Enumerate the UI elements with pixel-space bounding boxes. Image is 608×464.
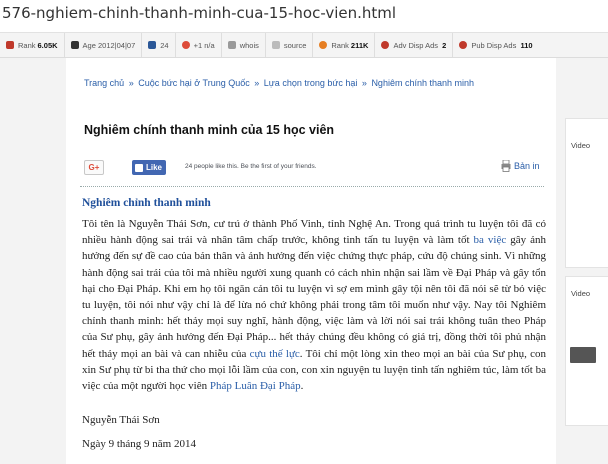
facebook-like-label: Like bbox=[146, 163, 163, 172]
paragraph-part: . bbox=[300, 380, 304, 393]
signature: Nguyễn Thái Sơn bbox=[82, 414, 160, 426]
seo-rank2-value: 211K bbox=[350, 40, 369, 50]
sidebar-video-label: Video bbox=[571, 141, 591, 150]
breadcrumb-separator: » bbox=[254, 78, 260, 88]
breadcrumb-current[interactable]: Nghiêm chính thanh minh bbox=[371, 78, 474, 88]
breadcrumb-persecution[interactable]: Cuộc bức hại ở Trung Quốc bbox=[138, 78, 249, 88]
seo-plus[interactable]: +1 n/a bbox=[176, 33, 222, 57]
print-button[interactable]: Bản in bbox=[501, 160, 540, 172]
divider bbox=[80, 186, 544, 187]
seo-rank-label: Rank bbox=[18, 40, 36, 50]
seo-age-value: 2012|04|07 bbox=[97, 40, 136, 50]
gplus-icon bbox=[181, 41, 190, 49]
seo-plus-value: +1 bbox=[193, 40, 203, 50]
seo-age-label: Age bbox=[82, 40, 96, 50]
share-row: G+ Like 24 people like this. Be the firs… bbox=[84, 160, 544, 178]
seo-whois[interactable]: whois bbox=[222, 33, 266, 57]
breadcrumb-separator: » bbox=[128, 78, 134, 88]
print-label: Bản in bbox=[514, 161, 540, 171]
pub-icon bbox=[459, 41, 468, 49]
seo-plus-na: n/a bbox=[204, 40, 215, 50]
breadcrumb-choice[interactable]: Lựa chọn trong bức hại bbox=[264, 78, 358, 88]
rank2-icon bbox=[319, 41, 328, 49]
video-thumbnail[interactable] bbox=[570, 347, 596, 363]
gplus-button[interactable]: G+ bbox=[84, 160, 104, 175]
facebook-like-button[interactable]: Like bbox=[132, 160, 167, 175]
link-cuu-the-luc[interactable]: cựu thế lực bbox=[250, 348, 300, 360]
printer-icon bbox=[501, 160, 511, 172]
seo-adv-label: Adv Disp Ads bbox=[393, 40, 439, 50]
seo-rank2-label: Rank bbox=[331, 40, 349, 50]
seo-whois-label: whois bbox=[239, 40, 259, 50]
sidebar-video-card[interactable]: Video bbox=[565, 276, 608, 426]
seo-rank2[interactable]: Rank 211K bbox=[313, 33, 376, 57]
link-ba-viec[interactable]: ba việc bbox=[474, 234, 507, 246]
breadcrumb: Trang chủ » Cuộc bức hại ở Trung Quốc » … bbox=[84, 78, 474, 88]
seo-pub-value: 110 bbox=[520, 40, 533, 50]
seo-age[interactable]: Age 2012|04|07 bbox=[65, 33, 143, 57]
facebook-like-count: 24 people like this. Be the first of you… bbox=[185, 163, 317, 170]
pages-icon bbox=[148, 41, 157, 49]
breadcrumb-separator: » bbox=[361, 78, 367, 88]
date: Ngày 9 tháng 9 năm 2014 bbox=[82, 438, 196, 450]
adv-icon bbox=[381, 41, 390, 49]
code-icon bbox=[271, 41, 280, 49]
whois-icon bbox=[227, 41, 236, 49]
thumbs-up-icon bbox=[135, 163, 143, 172]
seo-adv[interactable]: Adv Disp Ads 2 bbox=[375, 33, 454, 57]
link-phap-luan-dai-phap[interactable]: Pháp Luân Đại Pháp bbox=[210, 380, 301, 392]
seo-pages-value: 24 bbox=[160, 40, 169, 50]
sidebar: Video Video bbox=[557, 58, 608, 464]
seo-source-label: source bbox=[283, 40, 307, 50]
seo-adv-value: 2 bbox=[442, 40, 447, 50]
seo-pub[interactable]: Pub Disp Ads 110 bbox=[453, 33, 538, 57]
seo-rank[interactable]: Rank 6.05K bbox=[0, 33, 65, 57]
sidebar-video-label: Video bbox=[571, 289, 591, 298]
seo-pages[interactable]: 24 bbox=[142, 33, 176, 57]
article-body: Tôi tên là Nguyễn Thái Sơn, cư trú ở thà… bbox=[82, 216, 546, 394]
rank-icon bbox=[6, 41, 14, 49]
calendar-icon bbox=[70, 41, 79, 49]
breadcrumb-home[interactable]: Trang chủ bbox=[84, 78, 124, 88]
main-column: Trang chủ » Cuộc bức hại ở Trung Quốc » … bbox=[66, 58, 556, 464]
seo-source[interactable]: source bbox=[266, 33, 314, 57]
seo-pub-label: Pub Disp Ads bbox=[471, 40, 517, 50]
address-bar-url[interactable]: 576-nghiem-chinh-thanh-minh-cua-15-hoc-v… bbox=[0, 0, 608, 30]
seo-toolbar: Rank 6.05K Age 2012|04|07 24 +1 n/a whoi… bbox=[0, 32, 608, 58]
article-heading: Nghiêm chỉnh thanh minh bbox=[82, 197, 211, 209]
sidebar-video-card[interactable]: Video bbox=[565, 118, 608, 268]
page-title: Nghiêm chính thanh minh của 15 học viên bbox=[84, 123, 335, 137]
page-content: Trang chủ » Cuộc bức hại ở Trung Quốc » … bbox=[0, 58, 608, 464]
paragraph-part: gây ảnh hưởng đến sự đề cao của bản thân… bbox=[82, 234, 547, 360]
seo-rank-value: 6.05K bbox=[37, 40, 58, 50]
